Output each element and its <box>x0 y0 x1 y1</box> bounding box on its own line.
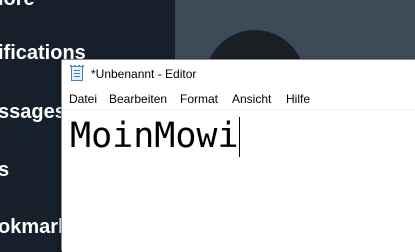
editor-content[interactable]: MoinMowi <box>70 116 240 157</box>
sidebar-item-more[interactable]: lore <box>0 0 35 11</box>
sidebar-item-messages[interactable]: ssages <box>0 101 66 124</box>
menu-bar: Datei Bearbeiten Format Ansicht Hilfe <box>62 88 415 109</box>
notepad-window: *Unbenannt - Editor Datei Bearbeiten For… <box>62 60 415 252</box>
menu-format[interactable]: Format <box>180 92 218 106</box>
text-editor-area[interactable]: MoinMowi <box>62 109 415 252</box>
menu-bearbeiten[interactable]: Bearbeiten <box>109 92 167 106</box>
editor-text-value: MoinMowi <box>70 116 239 156</box>
menu-hilfe[interactable]: Hilfe <box>286 92 310 106</box>
notepad-icon[interactable] <box>70 65 84 81</box>
menu-ansicht[interactable]: Ansicht <box>232 92 271 106</box>
sidebar-item-lists[interactable]: s <box>0 159 9 182</box>
menu-datei[interactable]: Datei <box>69 92 97 106</box>
window-title: *Unbenannt - Editor <box>91 67 197 81</box>
text-caret <box>238 117 240 157</box>
title-bar[interactable]: *Unbenannt - Editor <box>62 60 415 88</box>
